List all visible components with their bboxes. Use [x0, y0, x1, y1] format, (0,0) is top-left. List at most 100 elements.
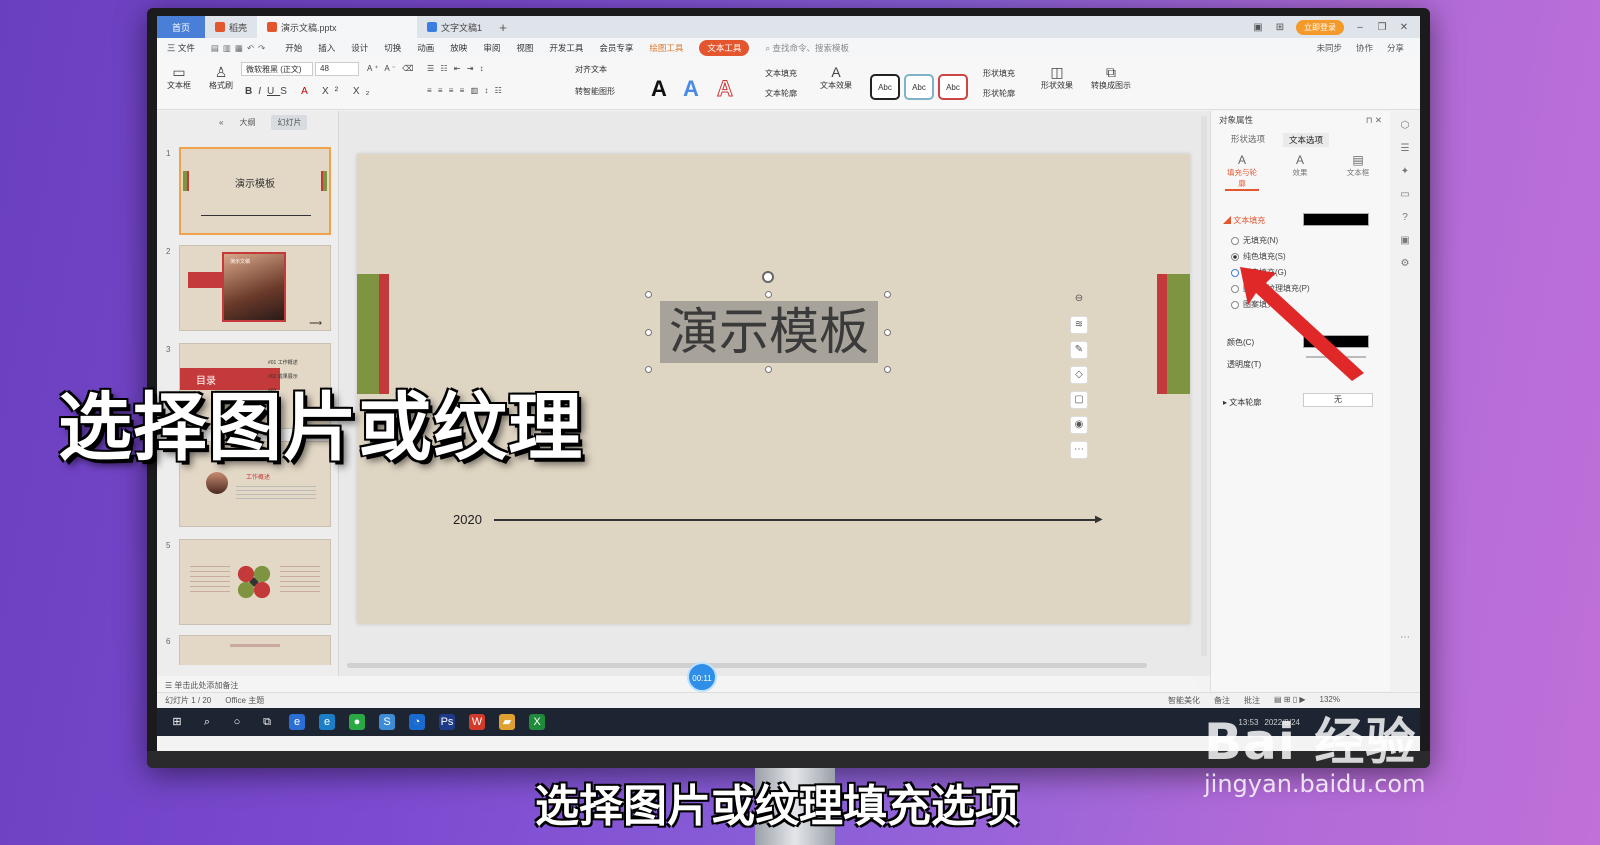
vertical-scrollbar[interactable] — [1201, 116, 1207, 656]
task-view-icon[interactable]: ⧉ — [259, 714, 275, 730]
slide-thumb-1[interactable]: 演示模板 — [179, 147, 331, 235]
slide-thumb-6[interactable] — [179, 635, 331, 665]
subtab-effect[interactable]: A 效果 — [1283, 153, 1317, 191]
pin-close-icons[interactable]: ⊓ ✕ — [1366, 115, 1382, 126]
menu-developer[interactable]: 开发工具 — [549, 42, 583, 54]
layers-icon[interactable]: ≋ — [1070, 316, 1088, 334]
menu-drawing-tools[interactable]: 绘图工具 — [649, 42, 683, 54]
recording-timer[interactable]: 00:11 — [687, 662, 717, 692]
tab-shape-options[interactable]: 形状选项 — [1231, 133, 1265, 147]
menu-transition[interactable]: 切换 — [384, 42, 401, 54]
menu-insert[interactable]: 插入 — [318, 42, 335, 54]
shape-style-3[interactable]: Abc — [938, 74, 968, 100]
subtab-textbox[interactable]: ▤ 文本框 — [1341, 153, 1375, 191]
qq-browser-icon[interactable]: ◔ — [409, 714, 425, 730]
align-buttons[interactable]: ≡ ≡ ≡ ≡ ▥ ↕ ☷ — [427, 86, 504, 95]
menu-file[interactable]: 三 文件 — [167, 42, 195, 54]
menu-slideshow[interactable]: 放映 — [450, 42, 467, 54]
tab-outline[interactable]: 大纲 — [239, 117, 255, 128]
font-style-buttons[interactable]: BIUS A X² X₂ — [245, 86, 375, 97]
font-name-select[interactable]: 微软雅黑 (正文) — [241, 62, 313, 76]
beautify-button[interactable]: 智能美化 — [1168, 695, 1200, 706]
photoshop-icon[interactable]: Ps — [439, 714, 455, 730]
pen-icon[interactable]: ✎ — [1070, 341, 1088, 359]
menu-view[interactable]: 视图 — [516, 42, 533, 54]
new-tab-button[interactable]: + — [492, 20, 514, 35]
sogou-icon[interactable]: S — [379, 714, 395, 730]
resize-handle[interactable] — [765, 291, 772, 298]
resize-handle[interactable] — [884, 291, 891, 298]
close-icon[interactable]: ✕ — [1398, 22, 1410, 33]
menu-design[interactable]: 设计 — [351, 42, 368, 54]
font-grow-shrink[interactable]: A⁺ A⁻ ⌫ — [367, 64, 415, 73]
pin-icon[interactable]: ✦ — [1398, 166, 1412, 180]
menu-member[interactable]: 会员专享 — [599, 42, 633, 54]
resize-handle[interactable] — [884, 366, 891, 373]
folder-icon[interactable]: ▰ — [499, 714, 515, 730]
menu-review[interactable]: 审阅 — [483, 42, 500, 54]
search-icon[interactable]: ⌕ — [199, 714, 215, 730]
tab-text-options[interactable]: 文本选项 — [1283, 133, 1330, 147]
sync-status[interactable]: 未同步 — [1316, 42, 1342, 54]
more-icon[interactable]: ⋯ — [1070, 441, 1088, 459]
collapse-icon[interactable]: « — [219, 118, 223, 127]
command-search[interactable]: ⌕ 查找命令、搜索模板 — [765, 42, 849, 54]
resize-handle[interactable] — [645, 366, 652, 373]
tab-presentation[interactable]: 演示文稿.pptx — [257, 16, 418, 38]
slide-thumb-5[interactable] — [179, 539, 331, 625]
slide-year[interactable]: 2020 — [453, 512, 482, 527]
shape-style-2[interactable]: Abc — [904, 74, 934, 100]
shape-fill-button[interactable]: 形状填充 — [983, 68, 1015, 79]
rotate-handle-icon[interactable] — [762, 271, 774, 283]
smart-shape-button[interactable]: 转智能图形 — [575, 86, 615, 97]
minimize-icon[interactable]: – — [1354, 22, 1366, 33]
tab-docer[interactable]: 稻壳 — [205, 16, 257, 38]
shape-effect-button[interactable]: ◫ 形状效果 — [1037, 64, 1077, 91]
subtab-fill-outline[interactable]: A 填充与轮廓 — [1225, 153, 1259, 191]
browser-icon[interactable]: e — [289, 714, 305, 730]
format-painter-button[interactable]: ♙ 格式刷 — [205, 64, 237, 91]
text-fill-button[interactable]: 文本填充 — [765, 68, 797, 79]
text-effect-button[interactable]: A 文本效果 — [817, 64, 855, 91]
wechat-icon[interactable]: ● — [349, 714, 365, 730]
more-icon[interactable]: ⋯ — [1398, 632, 1412, 646]
text-fill-color-picker[interactable] — [1303, 213, 1369, 226]
bulb-icon[interactable]: ◉ — [1070, 416, 1088, 434]
login-button[interactable]: 立即登录 — [1296, 19, 1344, 35]
text-outline-button[interactable]: 文本轮廓 — [765, 88, 797, 99]
fill-icon[interactable]: ◇ — [1070, 366, 1088, 384]
list-buttons[interactable]: ☰ ☷ ⇤ ⇥ ↕ — [427, 64, 486, 73]
horizontal-scrollbar[interactable] — [347, 663, 1147, 668]
menu-animation[interactable]: 动画 — [417, 42, 434, 54]
resize-handle[interactable] — [884, 329, 891, 336]
text-style-black[interactable]: A — [651, 76, 667, 102]
windows-start-icon[interactable]: ⊞ — [169, 714, 185, 730]
text-fill-section[interactable]: ◢ 文本填充 — [1223, 215, 1265, 226]
grid-icon[interactable]: ⊞ — [1274, 22, 1286, 33]
option-no-fill[interactable]: 无填充(N) — [1231, 235, 1278, 246]
resize-handle[interactable] — [645, 329, 652, 336]
textbox-button[interactable]: ▭ 文本框 — [163, 64, 195, 91]
maximize-icon[interactable]: ❐ — [1376, 22, 1388, 33]
text-style-outline[interactable]: A — [717, 76, 734, 102]
settings-icon[interactable]: ⚙ — [1398, 258, 1412, 272]
wps-icon[interactable]: W — [469, 714, 485, 730]
shape-icon[interactable]: ⬡ — [1398, 120, 1412, 134]
window-icon[interactable]: ▭ — [1398, 189, 1412, 203]
tab-document[interactable]: 文字文稿1 — [417, 16, 492, 38]
slide-thumb-2[interactable]: 演示文稿 ⟶ — [179, 245, 331, 331]
excel-icon[interactable]: X — [529, 714, 545, 730]
backup-icon[interactable]: ▣ — [1398, 235, 1412, 249]
shape-style-1[interactable]: Abc — [870, 74, 900, 100]
quick-access-icons[interactable]: ▤▥▦↶↷ — [211, 43, 269, 54]
help-icon[interactable]: ? — [1398, 212, 1412, 226]
menu-home[interactable]: 开始 — [285, 42, 302, 54]
convert-diagram-button[interactable]: ⧉ 转换成图示 — [1087, 64, 1135, 91]
text-style-blue[interactable]: A — [683, 76, 699, 102]
tab-slides[interactable]: 幻灯片 — [271, 114, 308, 130]
tab-home[interactable]: 首页 — [157, 16, 205, 38]
share-button[interactable]: 分享 — [1387, 42, 1404, 54]
text-outline-section[interactable]: ▸ 文本轮廓 — [1223, 397, 1261, 408]
resize-handle[interactable] — [765, 366, 772, 373]
layout-icon[interactable]: ▣ — [1252, 22, 1264, 33]
